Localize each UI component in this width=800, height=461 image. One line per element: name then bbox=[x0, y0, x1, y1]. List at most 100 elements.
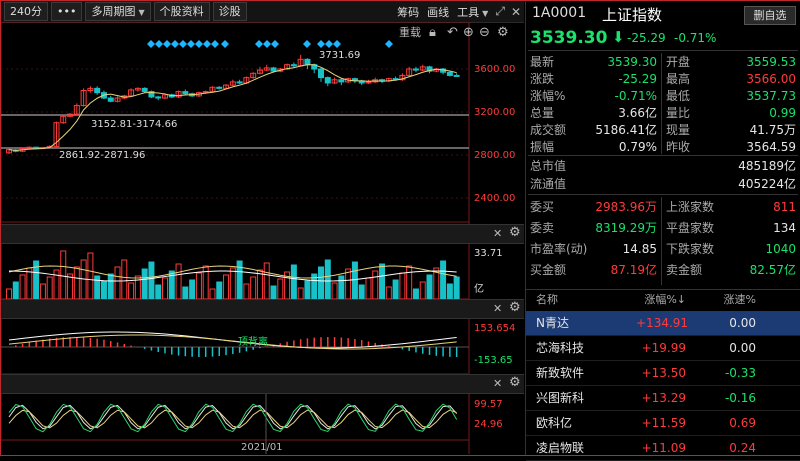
stock-pct: +11.09 bbox=[641, 441, 686, 455]
multi-period-dropdown[interactable]: 多周期图 ▼ bbox=[85, 2, 151, 21]
quote-label: 委买 bbox=[530, 200, 555, 214]
gear-icon[interactable]: ⚙ bbox=[509, 376, 521, 390]
volume-bar bbox=[60, 250, 67, 300]
column-header-speed[interactable]: 涨速% bbox=[716, 290, 756, 310]
quote-value: 0.79% bbox=[618, 140, 657, 154]
lock-icon[interactable]: 🔒︎ bbox=[429, 26, 436, 40]
quote-row: 振幅 0.79% 昨收 3564.59 bbox=[526, 139, 800, 156]
chevron-down-icon: ▼ bbox=[138, 8, 145, 17]
volume-bar bbox=[223, 274, 230, 300]
quote-label: 平盘家数 bbox=[666, 221, 715, 235]
volume-bar bbox=[453, 276, 460, 300]
quote-label: 买金额 bbox=[530, 263, 567, 277]
stock-list-item[interactable]: 凌启物联 +11.09 0.24 bbox=[526, 436, 800, 461]
quote-label: 振幅 bbox=[530, 140, 555, 154]
quote-row: 总市值 485189亿 bbox=[526, 158, 800, 175]
gear-icon[interactable]: ⚙ bbox=[497, 26, 509, 40]
gear-icon[interactable]: ⚙ bbox=[509, 301, 521, 315]
date-axis-label: 2021/01 bbox=[241, 442, 283, 453]
candle-body bbox=[182, 91, 189, 95]
volume-bar bbox=[121, 259, 128, 300]
stock-list-item[interactable]: 兴图新科 +13.29 -0.16 bbox=[526, 386, 800, 411]
signal-diamond bbox=[263, 40, 271, 48]
volume-bar bbox=[412, 288, 419, 300]
stock-list-item[interactable]: 欧科亿 +11.59 0.69 bbox=[526, 411, 800, 436]
quote-row: 总量 3.66亿 量比 0.99 bbox=[526, 105, 800, 122]
quote-label: 最高 bbox=[666, 72, 691, 86]
undo-icon[interactable]: ↶ bbox=[447, 26, 458, 40]
candle-body bbox=[94, 87, 101, 94]
stock-list-item[interactable]: 芯海科技 +19.99 0.00 bbox=[526, 336, 800, 361]
close-icon[interactable]: ✕ bbox=[493, 377, 502, 391]
signal-diamond bbox=[385, 40, 393, 48]
period-label: 240分 bbox=[10, 5, 42, 18]
quote-label: 总市值 bbox=[530, 159, 567, 173]
quote-label: 上涨家数 bbox=[666, 200, 715, 214]
macd-panel-border bbox=[1, 316, 470, 375]
quote-value: 3539.30 bbox=[607, 55, 657, 69]
volume-bar bbox=[365, 277, 372, 300]
zoom-out-icon[interactable]: ⊖ bbox=[479, 26, 490, 40]
quote-label: 昨收 bbox=[666, 140, 691, 154]
volume-bar bbox=[87, 252, 94, 300]
volume-bar bbox=[39, 283, 46, 300]
quote-label: 总量 bbox=[530, 106, 555, 120]
divider bbox=[528, 194, 798, 195]
price-change: -25.29 bbox=[627, 31, 666, 45]
volume-bar bbox=[297, 287, 304, 300]
signal-diamond bbox=[333, 40, 341, 48]
volume-bar bbox=[379, 263, 386, 300]
signal-diamond bbox=[325, 40, 333, 48]
quote-label: 卖金额 bbox=[666, 263, 703, 277]
price-tick: 3200.00 bbox=[474, 107, 516, 118]
candle-body bbox=[290, 64, 297, 67]
draw-label: 画线 bbox=[427, 5, 450, 19]
close-icon[interactable]: ✕ bbox=[493, 302, 502, 316]
quote-label: 委卖 bbox=[530, 221, 555, 235]
stock-name: 兴图新科 bbox=[536, 391, 585, 405]
volume-bar bbox=[263, 262, 270, 300]
volume-bar bbox=[243, 283, 250, 300]
signal-diamond bbox=[179, 40, 187, 48]
close-icon[interactable]: ✕ bbox=[508, 5, 524, 19]
volume-bar bbox=[331, 282, 338, 300]
chips-button[interactable]: 筹码 bbox=[393, 4, 423, 20]
close-icon[interactable]: ✕ bbox=[493, 227, 502, 241]
draw-button[interactable]: 画线 bbox=[423, 4, 453, 20]
period-selector[interactable]: 240分 bbox=[4, 2, 48, 21]
price-change-pct: -0.71% bbox=[674, 31, 717, 45]
candle-body bbox=[141, 87, 148, 93]
column-header-pct[interactable]: 涨幅%↓ bbox=[636, 290, 686, 310]
diagnose-button[interactable]: 诊股 bbox=[212, 2, 247, 21]
volume-bar bbox=[128, 282, 135, 300]
range-annotation: 3152.81-3174.66 bbox=[91, 119, 178, 130]
quote-label: 市盈率(动) bbox=[530, 242, 588, 256]
quote-value: 134 bbox=[773, 221, 796, 235]
volume-unit-label: 亿 bbox=[474, 284, 484, 295]
stock-name: 新致软件 bbox=[536, 366, 585, 380]
stock-speed: -0.33 bbox=[724, 366, 756, 380]
stock-code: 1A0001 bbox=[532, 5, 587, 21]
chart-area[interactable]: 重载 🔒︎ ↶ ⊕ ⊖ ⚙ ✕ ⚙ ✕ ⚙ ✕ ⚙ 3600.00 3200.0… bbox=[1, 22, 524, 454]
more-button[interactable]: ••• bbox=[51, 2, 83, 21]
quote-value: -25.29 bbox=[618, 72, 657, 86]
gear-icon[interactable]: ⚙ bbox=[509, 226, 521, 240]
reload-button[interactable]: 重载 bbox=[399, 26, 421, 40]
tools-dropdown[interactable]: 工具 ▼ bbox=[453, 4, 492, 20]
quote-value: -0.71% bbox=[614, 89, 657, 103]
stock-name: N青达 bbox=[536, 316, 569, 330]
remove-watchlist-button[interactable]: 删自选 bbox=[744, 6, 796, 25]
volume-ma-line bbox=[8, 270, 457, 282]
zoom-in-icon[interactable]: ⊕ bbox=[463, 26, 474, 40]
quote-row: 委卖 8319.29万 平盘家数 134 bbox=[526, 220, 800, 237]
arrow-down-icon: ⬇ bbox=[612, 28, 625, 46]
volume-bar bbox=[107, 273, 114, 300]
stock-info-button[interactable]: 个股资料 bbox=[153, 2, 210, 21]
fullscreen-icon[interactable]: ⤢ bbox=[492, 4, 508, 19]
price-tick: 2800.00 bbox=[474, 150, 516, 161]
column-header-name[interactable]: 名称 bbox=[536, 290, 558, 310]
volume-bar bbox=[202, 265, 209, 300]
stock-list-item[interactable]: 新致软件 +13.50 -0.33 bbox=[526, 361, 800, 386]
stock-list-item[interactable]: N青达 +134.91 0.00 bbox=[526, 311, 800, 336]
diagnose-label: 诊股 bbox=[218, 5, 241, 18]
